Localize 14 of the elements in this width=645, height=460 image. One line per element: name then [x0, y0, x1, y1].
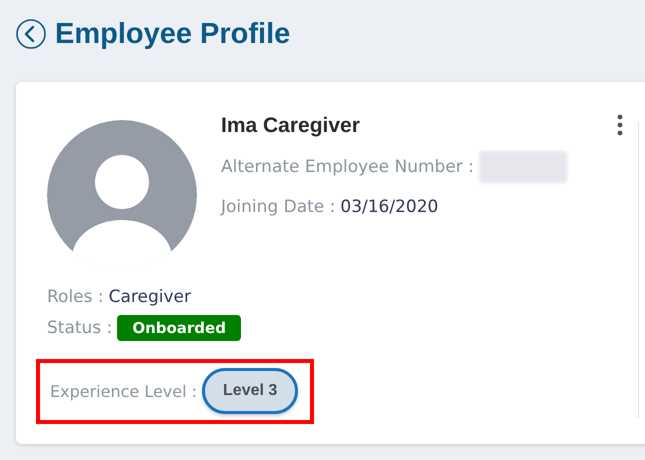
- field-label: Alternate Employee Number :: [221, 157, 474, 177]
- page-title: Employee Profile: [55, 18, 290, 50]
- field-label: Roles :: [47, 286, 104, 306]
- field-label: Experience Level :: [50, 382, 198, 400]
- avatar-icon: [47, 120, 197, 270]
- more-options-icon[interactable]: [617, 114, 623, 136]
- joining-date: 03/16/2020: [340, 197, 438, 217]
- status-badge: Onboarded: [117, 314, 241, 340]
- field-label: Joining Date :: [221, 197, 336, 217]
- employee-name: Ima Caregiver: [221, 114, 361, 139]
- level-pill: Level 3: [202, 368, 298, 414]
- back-icon[interactable]: [16, 19, 46, 49]
- field-label: Status :: [47, 318, 112, 338]
- role-value: Caregiver: [108, 286, 192, 306]
